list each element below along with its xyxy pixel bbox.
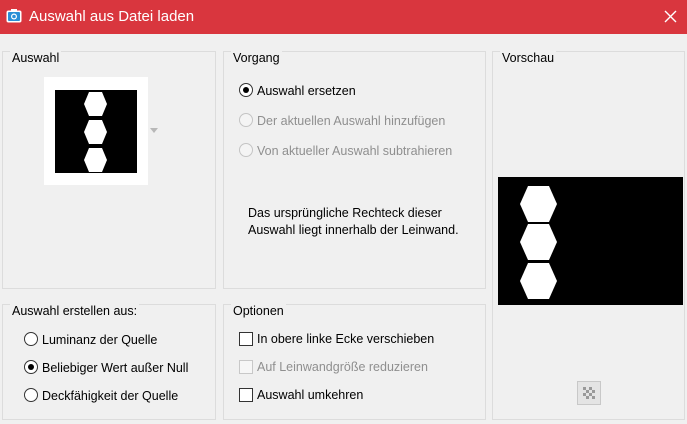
checkbox-indicator[interactable] bbox=[239, 332, 253, 346]
camera-icon bbox=[6, 9, 22, 23]
selection-thumbnail[interactable] bbox=[44, 77, 148, 185]
checkbox-label: Auf Leinwandgröße reduzieren bbox=[257, 360, 428, 374]
checkbox-label: Auswahl umkehren bbox=[257, 388, 364, 402]
radio-indicator[interactable] bbox=[239, 143, 253, 157]
radio-indicator[interactable] bbox=[24, 360, 38, 374]
close-icon bbox=[664, 10, 677, 23]
source-group-label: Auswahl erstellen aus: bbox=[10, 304, 140, 318]
checkerboard-icon bbox=[583, 387, 595, 399]
radio-indicator[interactable] bbox=[239, 83, 253, 97]
checkbox-indicator[interactable] bbox=[239, 360, 253, 374]
radio-label: Luminanz der Quelle bbox=[42, 333, 158, 347]
radio-indicator[interactable] bbox=[239, 113, 253, 127]
checkbox-label: In obere linke Ecke verschieben bbox=[257, 332, 435, 346]
radio-indicator[interactable] bbox=[24, 388, 38, 402]
window-title: Auswahl aus Datei laden bbox=[29, 8, 195, 25]
preview-canvas bbox=[498, 177, 683, 305]
transparency-toggle-button[interactable] bbox=[577, 381, 601, 405]
radio-label: Beliebiger Wert außer Null bbox=[42, 361, 189, 375]
radio-label: Auswahl ersetzen bbox=[257, 84, 356, 98]
chevron-down-icon[interactable] bbox=[150, 128, 158, 134]
vorschau-group-label: Vorschau bbox=[500, 51, 557, 65]
radio-label: Deckfähigkeit der Quelle bbox=[42, 389, 179, 403]
hexagon-selection-thumbnail-image bbox=[55, 90, 137, 173]
optionen-group-label: Optionen bbox=[231, 304, 286, 318]
checkbox-indicator[interactable] bbox=[239, 388, 253, 402]
close-button[interactable] bbox=[653, 0, 687, 34]
title-bar: Auswahl aus Datei laden bbox=[0, 0, 687, 34]
info-note: Das ursprüngliche Rechteck dieser Auswah… bbox=[248, 206, 459, 237]
radio-label: Von aktueller Auswahl subtrahieren bbox=[257, 144, 453, 158]
radio-label: Der aktuellen Auswahl hinzufügen bbox=[257, 114, 446, 128]
radio-indicator[interactable] bbox=[24, 332, 38, 346]
vorgang-group-label: Vorgang bbox=[231, 51, 282, 65]
auswahl-group-label: Auswahl bbox=[10, 51, 62, 65]
